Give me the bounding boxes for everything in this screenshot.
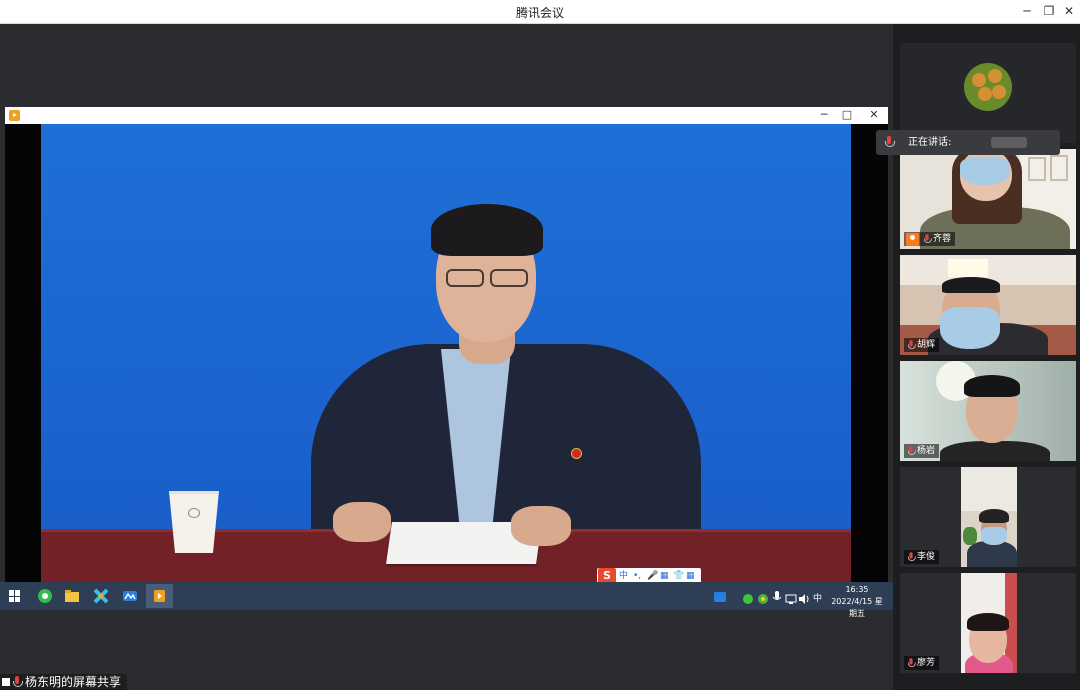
participant-tile[interactable]: 胡辉: [900, 255, 1076, 355]
browser-taskbar-icon[interactable]: [35, 586, 55, 606]
microphone-muted-icon: [907, 552, 916, 562]
microphone-muted-icon: [12, 676, 23, 688]
taskbar-clock[interactable]: 16:35 2022/4/15 星期五: [828, 584, 886, 620]
participant-name: 杨岩: [917, 446, 936, 456]
windows-start-icon[interactable]: [9, 590, 21, 602]
window-title: 腾讯会议: [515, 6, 564, 20]
shared-taskbar: 中 16:35 2022/4/15 星期五: [0, 582, 893, 618]
participant-name-tag: 廖芳: [904, 656, 940, 670]
ime-skin-icon[interactable]: 👕: [673, 569, 684, 583]
presenter-video: [41, 124, 851, 582]
participant-name-tag: 齐蓉: [904, 232, 956, 246]
tencent-meeting-window: 腾讯会议 ─ ❐ ✕ ─ □ ✕ S 中 •, 🎤 ▦ 👕 ▦ 中 16:35 …: [0, 0, 1080, 690]
player-minimize-button[interactable]: ─: [817, 108, 831, 122]
speaking-label: 正在讲话:: [908, 137, 952, 148]
tray-input-language[interactable]: 中: [813, 591, 822, 604]
ime-lang-toggle[interactable]: 中: [619, 569, 628, 583]
paper-cup: [169, 491, 219, 553]
player-app-icon: [9, 110, 20, 121]
ime-punct-icon[interactable]: •,: [633, 569, 641, 583]
tray-meeting-icon[interactable]: [713, 589, 727, 603]
lapel-pin-icon: [571, 448, 582, 459]
participant-name-tag: 杨岩: [904, 444, 940, 458]
player-maximize-button[interactable]: □: [840, 108, 854, 122]
tray-app-icon[interactable]: [757, 590, 769, 604]
ime-keyboard-icon[interactable]: ▦: [660, 569, 669, 583]
microphone-muted-icon: [907, 446, 916, 456]
presenter-glasses: [444, 269, 530, 289]
screen-share-label-text: 杨东明的屏幕共享: [25, 675, 122, 689]
speaker-name-blurred: [991, 137, 1027, 148]
microphone-muted-icon: [923, 234, 932, 244]
presenter-left-hand: [333, 502, 391, 542]
tencent-meeting-taskbar-icon[interactable]: [120, 586, 140, 606]
presenter-hair: [431, 204, 543, 256]
app-x-taskbar-icon[interactable]: [91, 586, 111, 606]
participant-tile[interactable]: 李俊: [900, 467, 1076, 567]
speaking-indicator: 正在讲话:: [876, 130, 1060, 155]
participant-avatar: [964, 63, 1012, 111]
taskbar-time: 16:35: [845, 585, 869, 594]
screen-share-label: 杨东明的屏幕共享: [0, 674, 128, 690]
participant-name: 廖芳: [917, 658, 936, 668]
player-title-bar: ─ □ ✕: [5, 107, 888, 124]
video-letterbox-left: [5, 124, 41, 582]
cup-logo-icon: [188, 508, 200, 518]
participant-name: 李俊: [917, 552, 936, 562]
participant-name-tag: 胡辉: [904, 338, 940, 352]
microphone-active-icon: [884, 136, 895, 148]
microphone-muted-icon: [907, 340, 916, 350]
tray-microphone-icon[interactable]: [771, 589, 783, 603]
player-close-button[interactable]: ✕: [867, 108, 881, 122]
folder-taskbar-icon[interactable]: [62, 586, 82, 606]
share-status-icon: [2, 678, 10, 686]
participant-name-tag: 李俊: [904, 550, 940, 564]
host-badge-icon: [906, 232, 919, 246]
participant-tile[interactable]: 廖芳: [900, 573, 1076, 673]
tray-network-icon[interactable]: [785, 590, 797, 604]
tray-volume-icon[interactable]: [798, 590, 810, 604]
player-taskbar-icon[interactable]: [146, 584, 173, 608]
participant-name: 齐蓉: [933, 234, 952, 244]
video-letterbox-right: [851, 124, 888, 582]
participant-tile[interactable]: [900, 43, 1076, 143]
title-bar: 腾讯会议 ─ ❐ ✕: [0, 0, 1080, 24]
participant-tile[interactable]: 齐蓉: [900, 149, 1076, 249]
participant-panel: 齐蓉 胡辉 杨岩 李俊 廖芳: [893, 24, 1080, 690]
tray-wechat-icon[interactable]: [742, 590, 754, 604]
ime-toolbox-icon[interactable]: ▦: [686, 569, 695, 583]
participant-name: 胡辉: [917, 340, 936, 350]
ime-voice-icon[interactable]: 🎤: [647, 569, 658, 583]
taskbar-date: 2022/4/15 星期五: [831, 597, 883, 618]
microphone-muted-icon: [907, 658, 916, 668]
minimize-button[interactable]: ─: [1018, 3, 1036, 19]
presenter-right-hand: [511, 506, 571, 546]
participant-tile[interactable]: 杨岩: [900, 361, 1076, 461]
close-button[interactable]: ✕: [1060, 3, 1078, 19]
restore-button[interactable]: ❐: [1040, 3, 1058, 19]
shared-player-window: ─ □ ✕: [5, 107, 888, 582]
